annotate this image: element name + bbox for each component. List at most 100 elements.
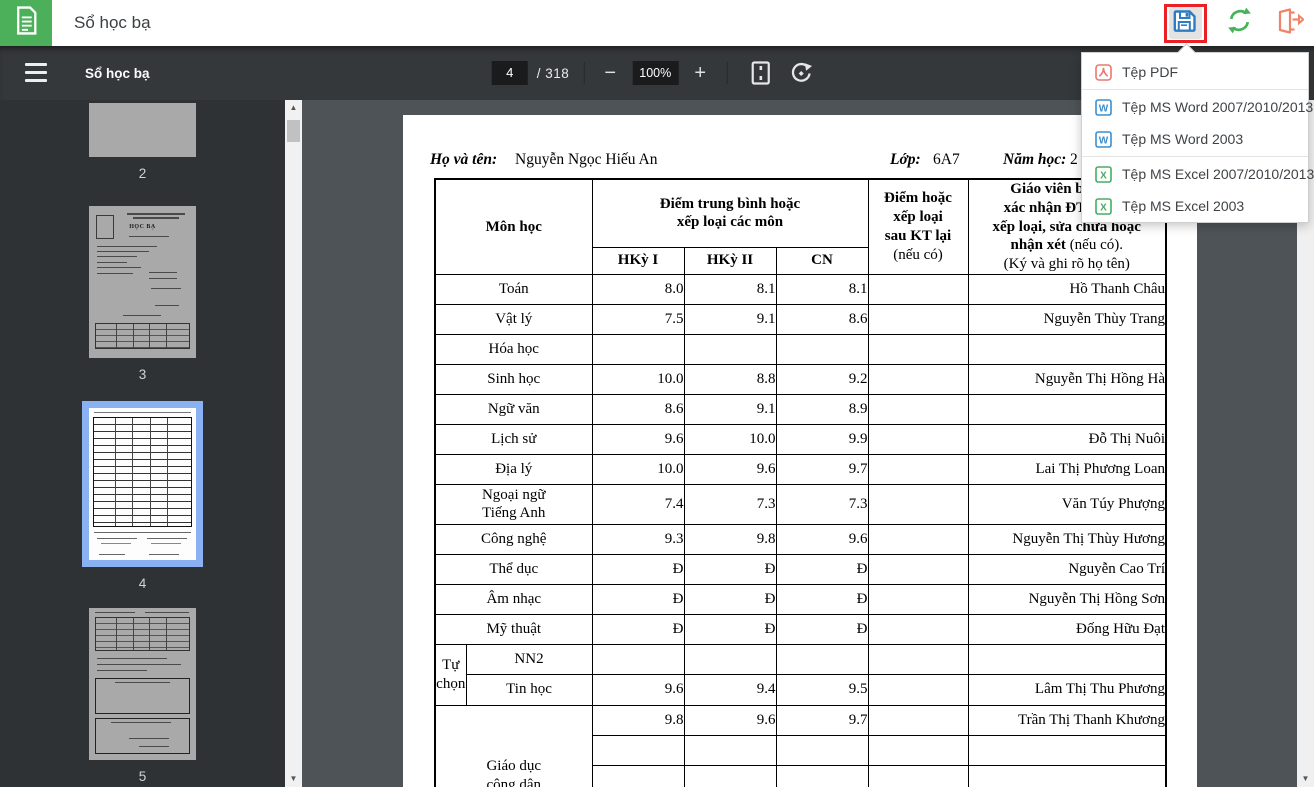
teacher-name: Lai Thị Phương Loan	[967, 453, 1167, 485]
teacher-name	[967, 764, 1167, 787]
export-menu-item-pdf-0[interactable]: Tệp PDF	[1082, 56, 1308, 88]
score-retest	[867, 273, 969, 305]
score-hk1: 9.8	[591, 704, 685, 736]
menu-item-label: Tệp PDF	[1122, 64, 1179, 80]
subject-name: Hóa học	[434, 333, 593, 365]
export-menu: Tệp PDF W Tệp MS Word 2007/2010/2013 W Tệp M…	[1081, 52, 1314, 223]
score-retest	[867, 643, 969, 675]
teacher-name	[967, 333, 1167, 365]
table-row: Hóa học	[434, 333, 1167, 365]
score-cn: 9.9	[775, 423, 869, 455]
civic-group-label: Giáo dục công dân	[434, 704, 593, 787]
header-term1: HKỳ I	[591, 246, 685, 275]
score-retest	[867, 453, 969, 485]
refresh-button[interactable]	[1222, 7, 1256, 39]
sidebar-scrollbar-thumb[interactable]	[287, 120, 300, 142]
svg-text:W: W	[1099, 135, 1109, 146]
sidebar-toggle-button[interactable]	[25, 63, 47, 82]
table-row: Toán 8.0 8.1 8.1 Hồ Thanh Châu	[434, 273, 1167, 305]
score-hk1	[591, 643, 685, 675]
scroll-up-arrow[interactable]: ▲	[285, 100, 302, 116]
thumbnail-page-2[interactable]	[89, 103, 196, 157]
excel-file-icon: X	[1095, 197, 1112, 215]
header-subject: Môn học	[434, 178, 593, 275]
thumbnail-page-number: 4	[138, 576, 147, 591]
teacher-name: Đỗ Thị Nuôi	[967, 423, 1167, 455]
exit-button[interactable]	[1272, 7, 1306, 39]
score-hk2	[683, 643, 777, 675]
thumbnail-page-number: 3	[138, 367, 147, 382]
export-menu-item-word-1[interactable]: W Tệp MS Word 2007/2010/2013	[1082, 91, 1313, 123]
score-cn: 9.7	[775, 453, 869, 485]
score-retest	[867, 613, 969, 645]
score-retest	[867, 704, 969, 736]
thumbnail-page-3[interactable]: HỌC BẠ	[89, 206, 196, 358]
score-retest	[867, 583, 969, 615]
score-retest	[867, 423, 969, 455]
toolbar-doc-label: Sổ học bạ	[85, 65, 150, 81]
score-cn: 9.6	[775, 523, 869, 555]
page-number-input[interactable]	[491, 61, 528, 85]
table-row: Công nghệ 9.3 9.8 9.6 Nguyễn Thị Thùy Hương	[434, 523, 1167, 555]
score-hk1: 9.3	[591, 523, 685, 555]
score-cn: Đ	[775, 613, 869, 645]
score-hk1: 9.6	[591, 423, 685, 455]
table-row: Mỹ thuật Đ Đ Đ Đống Hữu Đạt	[434, 613, 1167, 645]
thumbnail-doc-title: HỌC BẠ	[129, 224, 156, 230]
score-retest	[867, 393, 969, 425]
score-retest	[867, 363, 969, 395]
pdf-file-icon	[1095, 63, 1112, 81]
export-menu-item-excel-4[interactable]: X Tệp MS Excel 2003	[1082, 190, 1308, 222]
header-term3: CN	[775, 246, 869, 275]
menu-divider	[1082, 89, 1308, 90]
thumbnail-item-page-5: 5	[0, 608, 285, 784]
score-cn: Đ	[775, 583, 869, 615]
teacher-name: Nguyễn Cao Trí	[967, 553, 1167, 585]
rotate-button[interactable]	[788, 61, 813, 86]
header-term2: HKỳ II	[683, 246, 777, 275]
thumbnail-page-5[interactable]	[89, 608, 196, 760]
table-row: Sinh học 10.0 8.8 9.2 Nguyễn Thị Hồng Hà	[434, 363, 1167, 395]
header-average: Điểm trung bình hoặc xếp loại các môn	[591, 178, 869, 248]
export-menu-item-excel-3[interactable]: X Tệp MS Excel 2007/2010/2013	[1082, 158, 1314, 190]
teacher-name: Lâm Thị Thu Phương	[967, 673, 1167, 706]
teacher-name: Hồ Thanh Châu	[967, 273, 1167, 305]
export-menu-item-word-2[interactable]: W Tệp MS Word 2003	[1082, 123, 1308, 155]
sidebar-scrollbar[interactable]: ▲ ▼	[285, 100, 302, 787]
score-hk1: 7.5	[591, 303, 685, 335]
teacher-name	[967, 643, 1167, 675]
score-hk2: Đ	[683, 583, 777, 615]
score-retest	[867, 303, 969, 335]
score-cn: 7.3	[775, 483, 869, 525]
subject-name: Công nghệ	[434, 523, 593, 555]
score-cn: 9.7	[775, 704, 869, 736]
app-logo	[0, 0, 52, 46]
score-hk2: 8.1	[683, 273, 777, 305]
zoom-in-button[interactable]: +	[688, 62, 712, 85]
score-cn	[775, 764, 869, 787]
score-hk1: Đ	[591, 553, 685, 585]
scroll-down-arrow[interactable]: ▼	[1297, 771, 1314, 787]
menu-divider	[1082, 156, 1308, 157]
scroll-down-arrow[interactable]: ▼	[285, 771, 302, 787]
score-hk2: 8.8	[683, 363, 777, 395]
score-hk1	[591, 734, 685, 766]
page-title: Sổ học bạ	[74, 13, 151, 32]
teacher-name: Đống Hữu Đạt	[967, 613, 1167, 645]
score-hk1	[591, 764, 685, 787]
table-row: Thể dục Đ Đ Đ Nguyễn Cao Trí	[434, 553, 1167, 585]
score-hk2: 9.6	[683, 453, 777, 485]
fit-page-button[interactable]	[750, 61, 770, 85]
score-hk2	[683, 764, 777, 787]
svg-text:X: X	[1100, 170, 1107, 181]
save-export-button[interactable]	[1168, 7, 1202, 39]
score-retest	[867, 734, 969, 766]
score-retest	[867, 553, 969, 585]
save-icon	[1171, 7, 1199, 40]
table-row: Tự chọn NN2	[434, 643, 1167, 706]
selected-thumbnail-frame[interactable]	[82, 401, 203, 567]
thumbnail-page-4	[89, 408, 196, 560]
zoom-out-button[interactable]: −	[598, 62, 622, 85]
score-hk2: Đ	[683, 613, 777, 645]
score-cn: Đ	[775, 553, 869, 585]
